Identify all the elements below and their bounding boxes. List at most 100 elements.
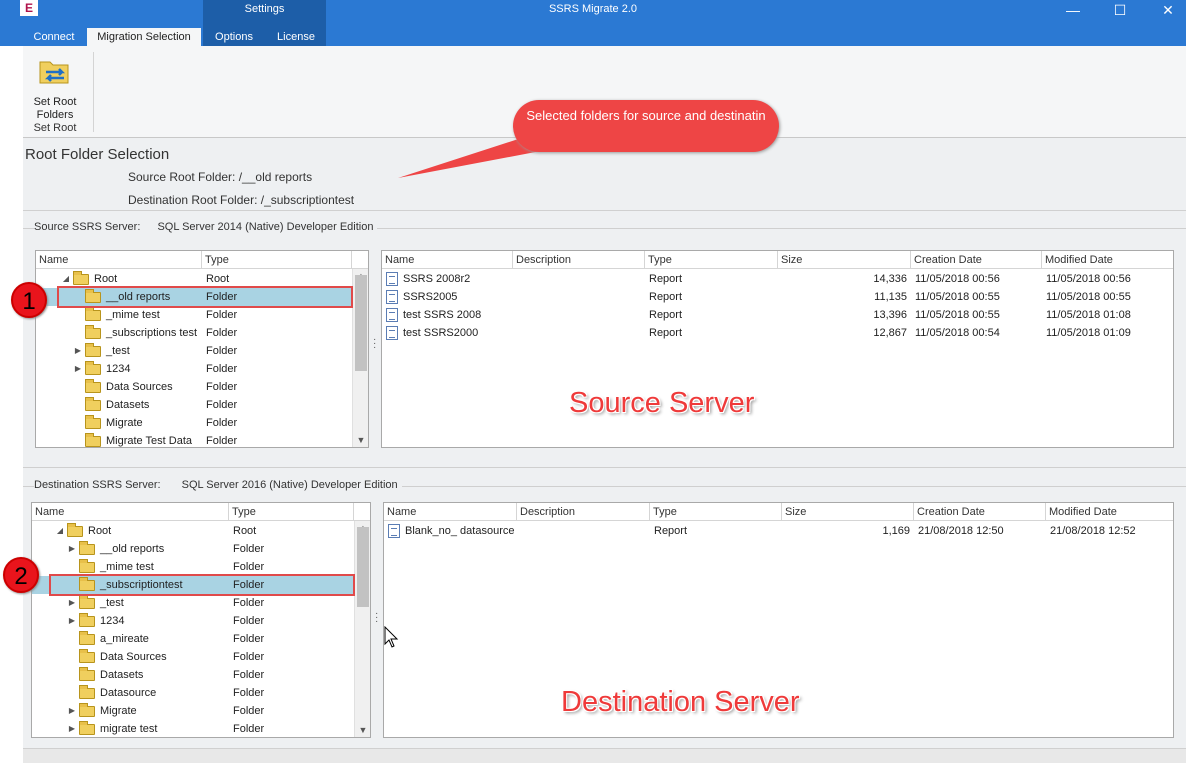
- report-name: test SSRS2000: [403, 327, 479, 339]
- report-name: SSRS2005: [403, 291, 458, 303]
- report-size: 13,396: [873, 309, 907, 321]
- column-header-modified-date[interactable]: Modified Date: [1046, 503, 1173, 521]
- collapsed-arrow-icon[interactable]: ▶: [67, 612, 77, 630]
- folder-icon: [85, 325, 101, 339]
- report-row[interactable]: test SSRS 2008 Report 13,396 11/05/2018 00:…: [382, 306, 1173, 324]
- tree-row[interactable]: Migrate Test Data Folder: [36, 432, 351, 447]
- tree-item-name: 1234: [106, 363, 131, 375]
- source-report-list[interactable]: Name Description Type Size Creation Date Modi…: [381, 250, 1174, 448]
- source-folder-tree[interactable]: Name Type ◢ Root Root __old reports Folder _mim…: [35, 250, 369, 448]
- scroll-down-icon[interactable]: ▼: [353, 435, 368, 445]
- scrollbar-thumb[interactable]: [355, 275, 367, 371]
- tab-options[interactable]: Options: [205, 28, 263, 46]
- source-splitter[interactable]: · · ·: [373, 335, 377, 353]
- tree-item-type: Folder: [233, 633, 265, 645]
- report-type: Report: [654, 525, 688, 537]
- column-header-description[interactable]: Description: [517, 503, 650, 521]
- column-header-name[interactable]: Name: [384, 503, 517, 521]
- tab-migration-selection[interactable]: Migration Selection: [87, 28, 201, 47]
- column-header-name[interactable]: Name: [32, 503, 229, 521]
- tab-license[interactable]: License: [267, 28, 325, 46]
- destination-server-label: Destination SSRS Server:: [34, 479, 161, 491]
- report-size: 14,336: [873, 273, 907, 285]
- column-header-name[interactable]: Name: [382, 251, 513, 269]
- collapsed-arrow-icon[interactable]: ▶: [73, 360, 83, 378]
- destination-folder-tree[interactable]: Name Type ◢ Root Root ▶ __old reports Folder _mi…: [31, 502, 371, 738]
- report-row[interactable]: SSRS2005 Report 11,135 11/05/2018 00:55 11/0…: [382, 288, 1173, 306]
- scrollbar-thumb[interactable]: [357, 527, 369, 607]
- collapsed-arrow-icon[interactable]: ▶: [67, 594, 77, 612]
- report-type: Report: [649, 273, 683, 285]
- folder-icon: [85, 361, 101, 375]
- vertical-scrollbar[interactable]: ▲▼: [354, 521, 370, 737]
- column-header-size[interactable]: Size: [782, 503, 914, 521]
- tree-row[interactable]: ▶ Migrate Folder: [32, 702, 353, 720]
- source-selection-highlight: [57, 286, 353, 308]
- expanded-arrow-icon[interactable]: ◢: [55, 522, 65, 540]
- tree-row[interactable]: _subscriptions test Folder: [36, 324, 351, 342]
- window-title: SSRS Migrate 2.0: [548, 3, 638, 15]
- tree-item-name: Datasource: [100, 687, 157, 699]
- tree-row[interactable]: Datasets Folder: [36, 396, 351, 414]
- tree-row[interactable]: ◢ Root Root: [32, 522, 353, 540]
- column-header-type[interactable]: Type: [229, 503, 354, 521]
- source-server-caption: Source SSRS Server: SQL Server 2014 (Nat…: [34, 221, 378, 233]
- folder-icon: [79, 559, 95, 573]
- tree-row[interactable]: ▶ _test Folder: [36, 342, 351, 360]
- tree-row[interactable]: ▶ __old reports Folder: [32, 540, 353, 558]
- source-server-label: Source SSRS Server:: [34, 221, 141, 233]
- close-button[interactable]: ✕: [1145, 0, 1186, 22]
- report-icon: [386, 326, 398, 340]
- tree-item-name: Datasets: [106, 399, 150, 411]
- scroll-down-icon[interactable]: ▼: [355, 725, 370, 735]
- tree-row[interactable]: Datasets Folder: [32, 666, 353, 684]
- tree-item-type: Folder: [206, 381, 238, 393]
- tree-item-type: Folder: [233, 543, 265, 555]
- report-modified-date: 21/08/2018 12:52: [1050, 525, 1136, 537]
- destination-splitter[interactable]: · · ·: [375, 609, 379, 627]
- column-header-size[interactable]: Size: [778, 251, 911, 269]
- column-header-name[interactable]: Name: [36, 251, 202, 269]
- column-header-type[interactable]: Type: [202, 251, 352, 269]
- tree-row[interactable]: _mime test Folder: [36, 306, 351, 324]
- tree-item-type: Folder: [233, 687, 265, 699]
- report-row[interactable]: Blank_no_ datasource Report 1,169 21/08/201…: [384, 522, 1173, 540]
- collapsed-arrow-icon[interactable]: ▶: [67, 702, 77, 720]
- report-icon: [386, 290, 398, 304]
- set-root-folders-button[interactable]: Set Root Folders: [27, 54, 83, 121]
- report-size: 11,135: [874, 291, 907, 303]
- tree-row[interactable]: ▶ _test Folder: [32, 594, 353, 612]
- maximize-button[interactable]: ☐: [1097, 0, 1143, 22]
- collapsed-arrow-icon[interactable]: ▶: [73, 342, 83, 360]
- column-header-type[interactable]: Type: [650, 503, 782, 521]
- report-row[interactable]: SSRS 2008r2 Report 14,336 11/05/2018 00:56 1…: [382, 270, 1173, 288]
- tree-row[interactable]: Datasource Folder: [32, 684, 353, 702]
- tree-row[interactable]: ▶ 1234 Folder: [32, 612, 353, 630]
- tab-connect[interactable]: Connect: [23, 28, 85, 46]
- destination-server-overlay-label: Destination Server: [561, 686, 800, 718]
- mouse-cursor-icon: [384, 626, 399, 648]
- tree-row[interactable]: Data Sources Folder: [36, 378, 351, 396]
- column-header-type[interactable]: Type: [645, 251, 778, 269]
- tree-row[interactable]: Migrate Folder: [36, 414, 351, 432]
- tree-item-type: Folder: [233, 651, 265, 663]
- destination-selection-highlight: [49, 574, 355, 596]
- tree-item-name: a_mireate: [100, 633, 149, 645]
- report-row[interactable]: test SSRS2000 Report 12,867 11/05/2018 00:5…: [382, 324, 1173, 342]
- tree-row[interactable]: a_mireate Folder: [32, 630, 353, 648]
- minimize-button[interactable]: —: [1050, 0, 1096, 22]
- collapsed-arrow-icon[interactable]: ▶: [67, 540, 77, 558]
- vertical-scrollbar[interactable]: ▲▼: [352, 269, 368, 447]
- column-header-description[interactable]: Description: [513, 251, 645, 269]
- tree-item-name: Root: [88, 525, 112, 537]
- collapsed-arrow-icon[interactable]: ▶: [67, 720, 77, 737]
- column-header-creation-date[interactable]: Creation Date: [911, 251, 1042, 269]
- tree-row[interactable]: Data Sources Folder: [32, 648, 353, 666]
- tree-item-type: Folder: [206, 399, 238, 411]
- column-header-creation-date[interactable]: Creation Date: [914, 503, 1046, 521]
- column-header-modified-date[interactable]: Modified Date: [1042, 251, 1173, 269]
- tree-row[interactable]: ▶ migrate test Folder: [32, 720, 353, 737]
- folder-icon: [85, 415, 101, 429]
- folder-icon: [79, 721, 95, 735]
- tree-row[interactable]: ▶ 1234 Folder: [36, 360, 351, 378]
